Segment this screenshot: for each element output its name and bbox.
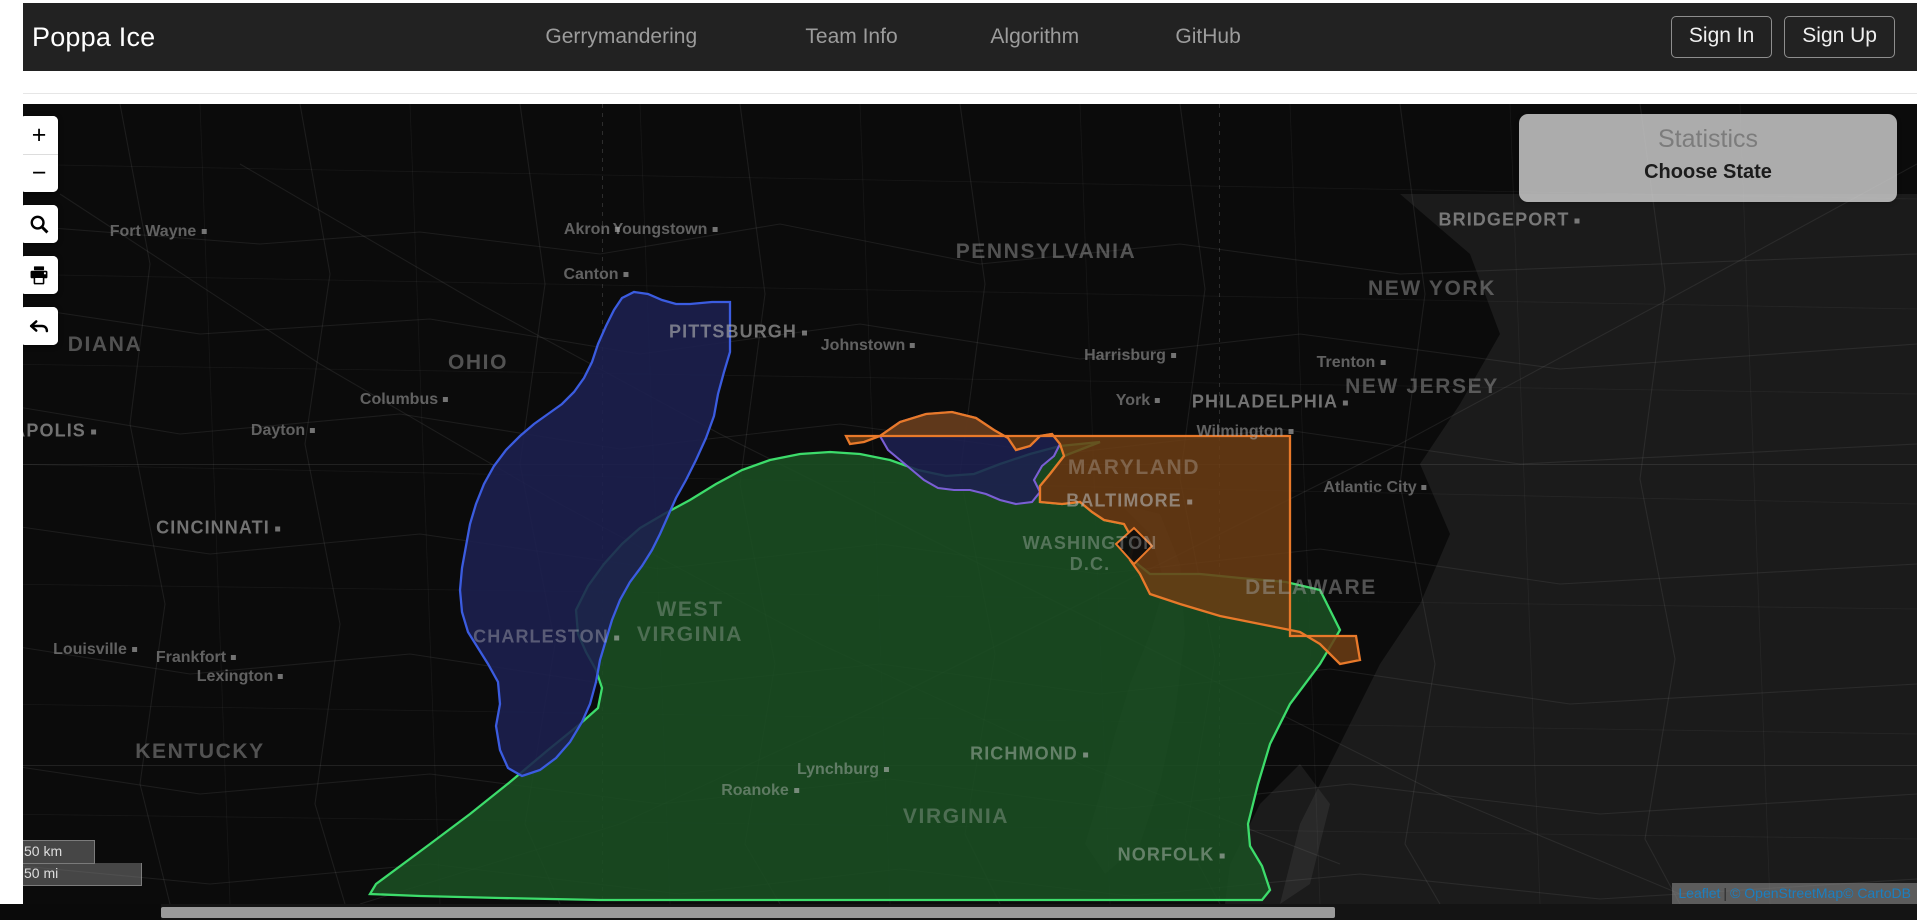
- nav-link-gerrymandering[interactable]: Gerrymandering: [545, 21, 805, 53]
- map-container[interactable]: OHIO PENNSYLVANIA NEW YORK NEW JERSEY DE…: [0, 104, 1917, 904]
- openstreetmap-link[interactable]: © OpenStreetMap: [1730, 885, 1843, 901]
- nav-link-team-info[interactable]: Team Info: [805, 21, 990, 53]
- attribution-separator: |: [1723, 885, 1728, 901]
- map-controls[interactable]: + −: [20, 116, 58, 345]
- map-canvas[interactable]: OHIO PENNSYLVANIA NEW YORK NEW JERSEY DE…: [0, 104, 1917, 904]
- window-left-margin: [0, 0, 23, 920]
- window-top-margin: [0, 0, 1917, 3]
- search-icon: [28, 213, 50, 235]
- print-icon: [28, 264, 50, 286]
- navbar: Poppa Ice Gerrymandering Team Info Algor…: [23, 3, 1917, 71]
- undo-button[interactable]: [20, 307, 58, 345]
- brand-title[interactable]: Poppa Ice: [32, 22, 155, 53]
- search-button[interactable]: [20, 205, 58, 243]
- sign-up-button[interactable]: Sign Up: [1784, 16, 1895, 58]
- search-control-group[interactable]: [20, 205, 58, 243]
- leaflet-link[interactable]: Leaflet: [1678, 885, 1720, 901]
- undo-arrow-icon: [28, 315, 50, 337]
- navbar-auth-group: Sign In Sign Up: [1670, 16, 1895, 58]
- statistics-choose-state-label[interactable]: Choose State: [1519, 161, 1897, 184]
- statistics-panel[interactable]: Statistics Choose State: [1519, 114, 1897, 202]
- zoom-control-group[interactable]: + −: [20, 116, 58, 192]
- scrollbar-thumb[interactable]: [161, 907, 1335, 918]
- scale-imperial: 50 mi: [18, 863, 142, 886]
- horizontal-divider: [23, 93, 1917, 94]
- map-scale-bar: 50 km 50 mi: [18, 840, 142, 886]
- scale-metric: 50 km: [18, 840, 95, 865]
- navbar-links: Gerrymandering Team Info Algorithm GitHu…: [545, 21, 1360, 53]
- zoom-out-button[interactable]: −: [20, 154, 58, 192]
- map-attribution: Leaflet | © OpenStreetMap© CartoDB: [1672, 883, 1917, 904]
- district-overlay[interactable]: [0, 104, 1917, 904]
- print-control-group[interactable]: [20, 256, 58, 294]
- sign-in-button[interactable]: Sign In: [1670, 16, 1773, 58]
- nav-link-github[interactable]: GitHub: [1175, 21, 1360, 53]
- horizontal-scrollbar[interactable]: [0, 904, 1917, 920]
- cartodb-link[interactable]: © CartoDB: [1843, 885, 1911, 901]
- nav-link-algorithm[interactable]: Algorithm: [990, 21, 1175, 53]
- zoom-in-button[interactable]: +: [20, 116, 58, 154]
- page-content-gap: [0, 71, 1917, 104]
- undo-control-group[interactable]: [20, 307, 58, 345]
- scrollbar-track-left[interactable]: [0, 904, 161, 920]
- print-button[interactable]: [20, 256, 58, 294]
- statistics-panel-title: Statistics: [1657, 125, 1759, 153]
